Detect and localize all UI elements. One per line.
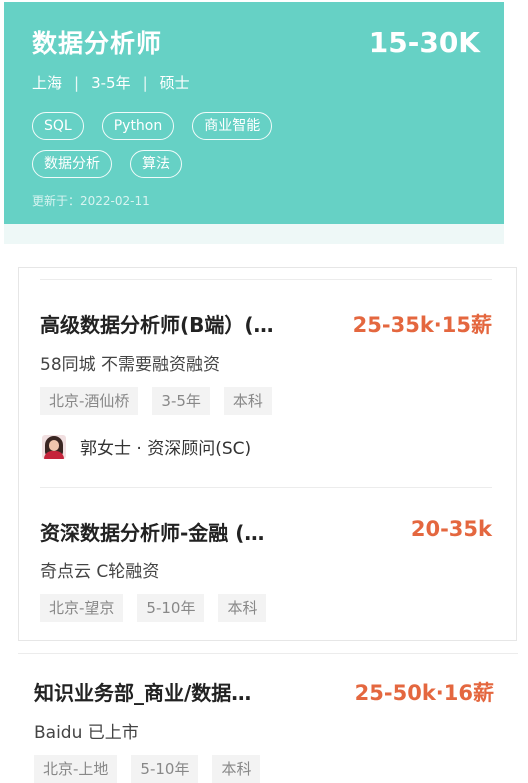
- job-tag: 5-10年: [131, 755, 199, 783]
- header-bottom-strip: [4, 224, 504, 244]
- skill-tag[interactable]: 算法: [130, 150, 182, 178]
- job-tag: 北京-酒仙桥: [40, 387, 139, 415]
- job-tag: 本科: [223, 387, 272, 415]
- meta-separator: |: [142, 73, 148, 92]
- skill-tags: SQL Python 商业智能 数据分析 算法: [32, 112, 332, 178]
- job-header-card: 数据分析师 15-30K 上海 | 3-5年 | 硕士 SQL Python 商…: [4, 2, 504, 224]
- recruiter: 郭女士 · 资深顾问(SC): [42, 434, 251, 459]
- job-meta: 上海 | 3-5年 | 硕士: [32, 72, 190, 93]
- skill-tag[interactable]: Python: [101, 112, 175, 140]
- job-tag: 北京-上地: [34, 755, 118, 783]
- skill-tag[interactable]: SQL: [32, 112, 84, 140]
- job-tag: 北京-望京: [40, 594, 124, 622]
- job-salary: 15-30K: [368, 26, 480, 59]
- job-card-tags: 北京-望京 5-10年 本科: [40, 594, 267, 622]
- job-card-title[interactable]: 高级数据分析师(B端）(…: [40, 309, 274, 338]
- job-experience: 3-5年: [91, 74, 131, 92]
- job-education: 硕士: [159, 74, 190, 92]
- job-card-company: Baidu 已上市: [34, 723, 139, 743]
- job-tag: 5-10年: [137, 594, 205, 622]
- job-tag: 本科: [212, 755, 261, 783]
- skill-tag[interactable]: 数据分析: [32, 150, 112, 178]
- updated-date: 更新于：2022-02-11: [32, 194, 150, 208]
- job-card-salary: 25-50k·16薪: [354, 681, 494, 705]
- job-card-title[interactable]: 资深数据分析师-金融 (…: [40, 517, 264, 546]
- recruiter-name: 郭女士 · 资深顾问(SC): [80, 439, 252, 459]
- job-tag: 本科: [218, 594, 267, 622]
- job-card-tags: 北京-酒仙桥 3-5年 本科: [40, 387, 272, 415]
- avatar: [42, 434, 66, 459]
- job-card-title[interactable]: 知识业务部_商业/数据…: [34, 677, 251, 706]
- divider: [18, 653, 518, 654]
- job-card-company: 奇点云 C轮融资: [40, 562, 160, 582]
- job-location: 上海: [32, 74, 63, 92]
- job-tag: 3-5年: [152, 387, 210, 415]
- meta-separator: |: [74, 73, 80, 92]
- divider: [40, 487, 492, 488]
- job-card-company: 58同城 不需要融资融资: [40, 355, 221, 375]
- divider: [40, 279, 492, 280]
- job-card-tags: 北京-上地 5-10年 本科: [34, 755, 261, 783]
- job-card-salary: 20-35k: [410, 517, 492, 541]
- job-card-salary: 25-35k·15薪: [352, 313, 492, 337]
- job-title: 数据分析师: [32, 29, 163, 58]
- skill-tag[interactable]: 商业智能: [192, 112, 273, 140]
